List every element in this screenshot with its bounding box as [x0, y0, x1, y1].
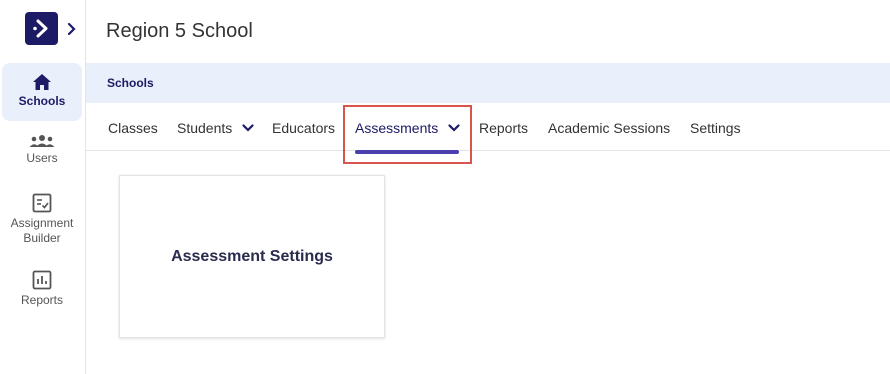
tab-label: Reports	[479, 120, 529, 136]
tab-label: Academic Sessions	[548, 120, 671, 136]
sidebar-item-label: Assignment Builder	[10, 216, 74, 245]
tab-label: Students	[177, 120, 233, 136]
assignment-icon	[32, 193, 52, 213]
tab-classes[interactable]: Classes	[108, 120, 158, 136]
sidebar-item-label: Users	[26, 151, 58, 165]
tab-label: Settings	[690, 120, 741, 136]
tab-label: Classes	[108, 120, 158, 136]
logo-icon	[33, 19, 48, 38]
app-logo[interactable]	[25, 12, 58, 45]
sidebar-item-schools[interactable]: Schools	[2, 63, 82, 121]
active-tab-indicator	[355, 150, 459, 154]
expand-sidebar-button[interactable]	[64, 18, 80, 40]
breadcrumb-schools[interactable]: Schools	[107, 76, 154, 90]
card-title: Assessment Settings	[171, 247, 333, 265]
chevron-down-icon	[448, 124, 460, 132]
tab-label: Assessments	[355, 120, 439, 136]
tab-academic-sessions[interactable]: Academic Sessions	[548, 120, 670, 136]
reports-icon	[32, 270, 52, 290]
sidebar-item-label: Reports	[20, 293, 64, 307]
tab-reports[interactable]: Reports	[479, 120, 528, 136]
tab-settings[interactable]: Settings	[690, 120, 741, 136]
chevron-right-icon	[67, 22, 76, 36]
sidebar-item-assignment-builder[interactable]: Assignment Builder	[2, 193, 82, 253]
sidebar-item-reports[interactable]: Reports	[2, 270, 82, 314]
sidebar-item-users[interactable]: Users	[2, 134, 82, 178]
chevron-down-icon	[242, 124, 254, 132]
tab-bar: Classes Students Educators Assessments R…	[86, 110, 890, 154]
sidebar: Schools Users Assignment Builder Reports	[0, 0, 86, 374]
home-icon	[33, 74, 51, 90]
tab-assessments[interactable]: Assessments	[355, 120, 460, 136]
page-title: Region 5 School	[106, 20, 253, 42]
breadcrumb-bar: Schools	[86, 63, 890, 103]
tab-students[interactable]: Students	[177, 120, 254, 136]
assessment-settings-card[interactable]: Assessment Settings	[119, 175, 385, 338]
sidebar-item-label: Schools	[18, 94, 66, 108]
tab-educators[interactable]: Educators	[272, 120, 335, 136]
users-icon	[29, 135, 55, 147]
tab-label: Educators	[272, 120, 336, 136]
